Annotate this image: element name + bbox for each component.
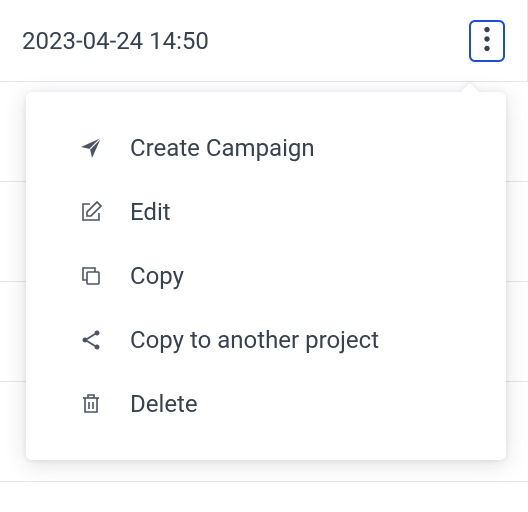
menu-item-delete[interactable]: Delete [26,372,506,436]
menu-item-label: Copy [130,262,184,290]
more-vertical-icon [483,26,491,56]
menu-item-create-campaign[interactable]: Create Campaign [26,116,506,180]
menu-item-label: Copy to another project [130,326,379,354]
menu-item-label: Edit [130,198,171,226]
actions-dropdown: Create Campaign Edit Copy [26,92,506,460]
menu-item-label: Create Campaign [130,134,315,162]
edit-icon [78,199,104,225]
menu-item-copy[interactable]: Copy [26,244,506,308]
table-row: 2023-04-24 14:50 [0,0,528,82]
share-icon [78,327,104,353]
trash-icon [78,391,104,417]
paper-plane-icon [78,135,104,161]
more-actions-button[interactable] [469,20,505,62]
copy-icon [78,263,104,289]
timestamp: 2023-04-24 14:50 [22,27,209,55]
menu-item-copy-to-project[interactable]: Copy to another project [26,308,506,372]
menu-item-label: Delete [130,390,198,418]
menu-item-edit[interactable]: Edit [26,180,506,244]
